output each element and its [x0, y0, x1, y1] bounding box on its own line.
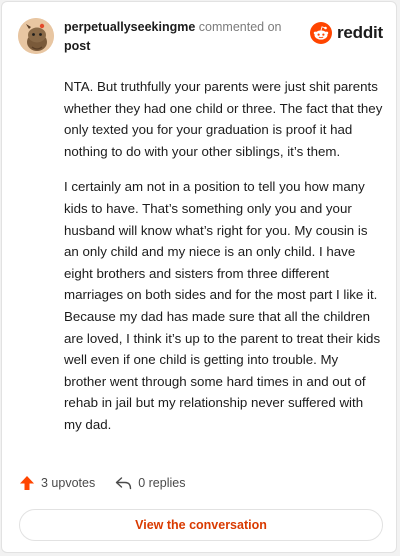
comment-paragraph-2: I certainly am not in a position to tell… [64, 179, 381, 432]
reddit-brand[interactable]: reddit [309, 22, 383, 44]
reply-button[interactable]: 0 replies [115, 476, 185, 490]
header-action-text: commented on [198, 20, 282, 34]
reply-count: 0 replies [138, 476, 186, 490]
avatar-snoo-icon [18, 18, 54, 54]
comment-card: perpetuallyseekingme commented on post r… [1, 1, 397, 553]
username-link[interactable]: perpetuallyseekingme [64, 20, 195, 34]
post-link[interactable]: post [64, 39, 90, 53]
reply-icon [116, 477, 132, 490]
reddit-wordmark: reddit [336, 23, 383, 42]
comment-header: perpetuallyseekingme commented on post [64, 18, 304, 56]
reddit-logo-icon [309, 22, 332, 44]
comment-footer: 3 upvotes 0 replies [19, 475, 185, 491]
comment-paragraph-1: NTA. But truthfully your parents were ju… [64, 79, 383, 159]
view-conversation-button[interactable]: View the conversation [19, 509, 383, 541]
comment-body: NTA. But truthfully your parents were ju… [64, 76, 384, 450]
upvote-arrow-icon [20, 476, 34, 490]
user-avatar[interactable] [18, 18, 54, 54]
upvote-button[interactable]: 3 upvotes [19, 475, 95, 491]
upvote-count: 3 upvotes [41, 476, 96, 490]
